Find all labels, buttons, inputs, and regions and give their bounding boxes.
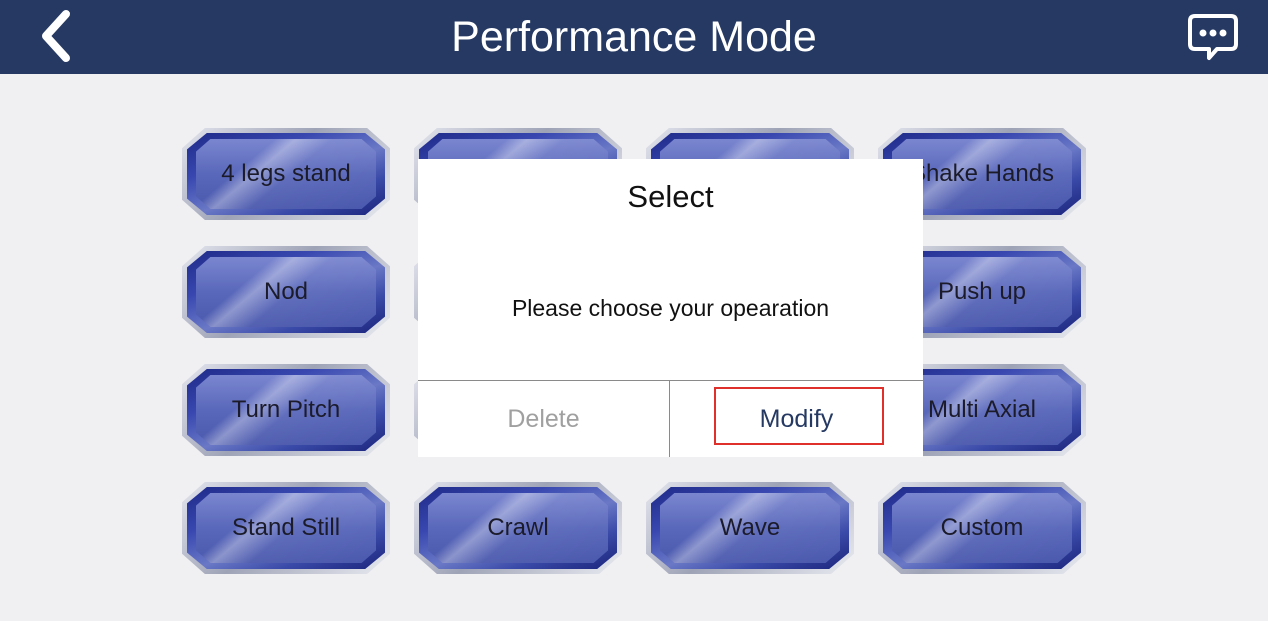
action-button-custom[interactable]: Custom bbox=[878, 482, 1086, 574]
action-label: Push up bbox=[937, 278, 1027, 305]
action-label: Wave bbox=[719, 514, 781, 541]
header-bar: Performance Mode bbox=[0, 0, 1268, 74]
action-label: Stand Still bbox=[231, 514, 341, 541]
delete-button[interactable]: Delete bbox=[418, 381, 669, 457]
action-button-4-legs-stand[interactable]: 4 legs stand bbox=[182, 128, 390, 220]
chat-bubble-icon bbox=[1188, 14, 1238, 60]
action-label: Custom bbox=[940, 514, 1024, 541]
page-title: Performance Mode bbox=[451, 13, 817, 61]
select-dialog: Select Please choose your opearation Del… bbox=[418, 159, 923, 457]
action-label: Shake Hands bbox=[909, 160, 1055, 187]
dialog-message: Please choose your opearation bbox=[511, 295, 830, 321]
action-label: Multi Axial bbox=[927, 396, 1037, 423]
action-label: Crawl bbox=[487, 514, 549, 541]
action-button-turn-pitch[interactable]: Turn Pitch bbox=[182, 364, 390, 456]
dialog-title: Select bbox=[627, 179, 714, 214]
modify-button[interactable]: Modify bbox=[670, 381, 923, 457]
action-button-wave[interactable]: Wave bbox=[646, 482, 854, 574]
action-button-nod[interactable]: Nod bbox=[182, 246, 390, 338]
chat-button[interactable] bbox=[1184, 8, 1242, 66]
action-label: Nod bbox=[263, 278, 309, 305]
action-button-crawl[interactable]: Crawl bbox=[414, 482, 622, 574]
action-label: Turn Pitch bbox=[231, 396, 341, 423]
action-button-stand-still[interactable]: Stand Still bbox=[182, 482, 390, 574]
action-label: 4 legs stand bbox=[221, 160, 351, 187]
